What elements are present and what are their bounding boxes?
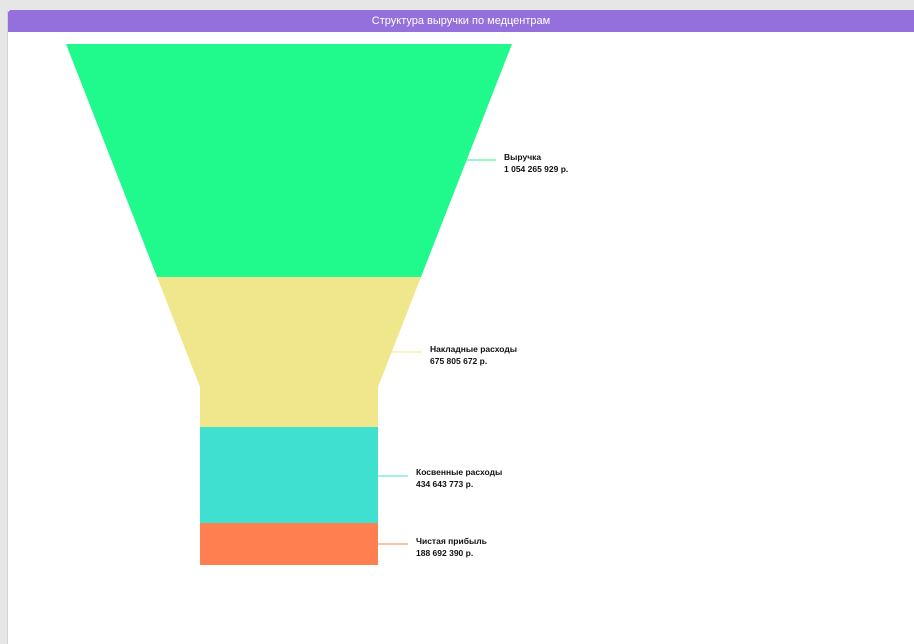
funnel-segment-2	[157, 277, 421, 427]
stage-name-label: Накладные расходы	[430, 344, 517, 354]
funnel-segment-4	[200, 523, 378, 565]
funnel-segment-3	[200, 427, 378, 523]
stage-value-label: 188 692 390 р.	[416, 548, 473, 558]
funnel-segment-1	[66, 44, 512, 277]
stage-value-label: 434 643 773 р.	[416, 479, 473, 489]
chart-panel: Структура выручки по медцентрам Выручка 1…	[7, 10, 914, 644]
stage-name-label: Выручка	[504, 152, 541, 162]
stage-name-label: Косвенные расходы	[416, 467, 502, 477]
stage-value-label: 675 805 672 р.	[430, 356, 487, 366]
stage-name-label: Чистая прибыль	[416, 536, 487, 546]
stage-value-label: 1 054 265 929 р.	[504, 164, 568, 174]
funnel-chart: Выручка 1 054 265 929 р. Накладные расходы…	[66, 44, 568, 565]
